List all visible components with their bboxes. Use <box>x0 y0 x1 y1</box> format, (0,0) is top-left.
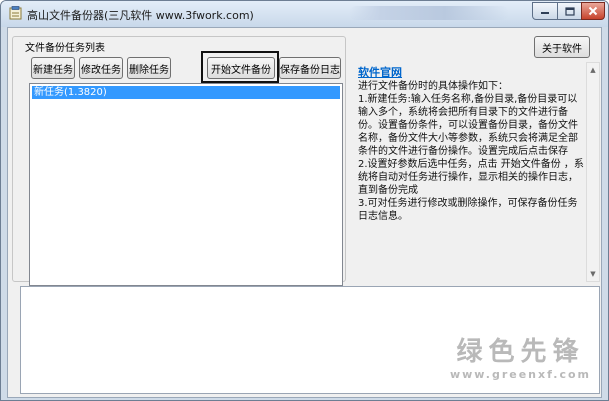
task-list[interactable]: 新任务(1.3820) <box>29 83 343 286</box>
list-item[interactable]: 新任务(1.3820) <box>32 86 340 99</box>
website-link[interactable]: 软件官网 <box>358 66 586 79</box>
task-list-group: 文件备份任务列表 新建任务 修改任务 删除任务 开始文件备份 保存备份日志 新任… <box>12 36 346 286</box>
close-icon <box>588 6 598 16</box>
log-output[interactable]: 绿色先锋 www.greenxf.com <box>20 286 600 394</box>
window-title: 高山文件备份器(三凡软件 www.3fwork.com) <box>27 9 254 22</box>
instructions-text: 进行文件备份时的具体操作如下： 1.新建任务:输入任务名称,备份目录,备份目录可… <box>358 81 584 222</box>
title-bar-glow <box>349 6 509 20</box>
scroll-up-arrow-icon[interactable]: ▲ <box>587 63 599 77</box>
about-button[interactable]: 关于软件 <box>534 36 590 58</box>
watermark-text: 绿色先锋 <box>456 337 585 367</box>
task-list-group-title: 文件备份任务列表 <box>23 39 107 54</box>
maximize-icon <box>564 6 575 16</box>
title-bar[interactable]: 高山文件备份器(三凡软件 www.3fwork.com) <box>1 1 608 27</box>
close-button[interactable] <box>581 2 605 20</box>
info-scrollbar[interactable]: ▲ ▼ <box>586 62 600 282</box>
delete-task-button[interactable]: 删除任务 <box>127 57 171 79</box>
save-log-button[interactable]: 保存备份日志 <box>279 57 341 79</box>
info-panel: 软件官网 进行文件备份时的具体操作如下： 1.新建任务:输入任务名称,备份目录,… <box>358 66 586 281</box>
maximize-button[interactable] <box>557 2 582 20</box>
app-icon <box>9 6 23 20</box>
minimize-icon <box>541 12 549 14</box>
watermark-url: www.greenxf.com <box>449 368 591 381</box>
client-area: 文件备份任务列表 新建任务 修改任务 删除任务 开始文件备份 保存备份日志 新任… <box>7 27 602 398</box>
minimize-button[interactable] <box>532 2 558 20</box>
start-backup-button[interactable]: 开始文件备份 <box>207 57 275 79</box>
edit-task-button[interactable]: 修改任务 <box>79 57 123 79</box>
scroll-down-arrow-icon[interactable]: ▼ <box>587 267 599 281</box>
watermark: 绿色先锋 www.greenxf.com <box>450 331 591 381</box>
app-window: 高山文件备份器(三凡软件 www.3fwork.com) 文件备份任务列表 新建… <box>0 0 609 401</box>
new-task-button[interactable]: 新建任务 <box>31 57 75 79</box>
